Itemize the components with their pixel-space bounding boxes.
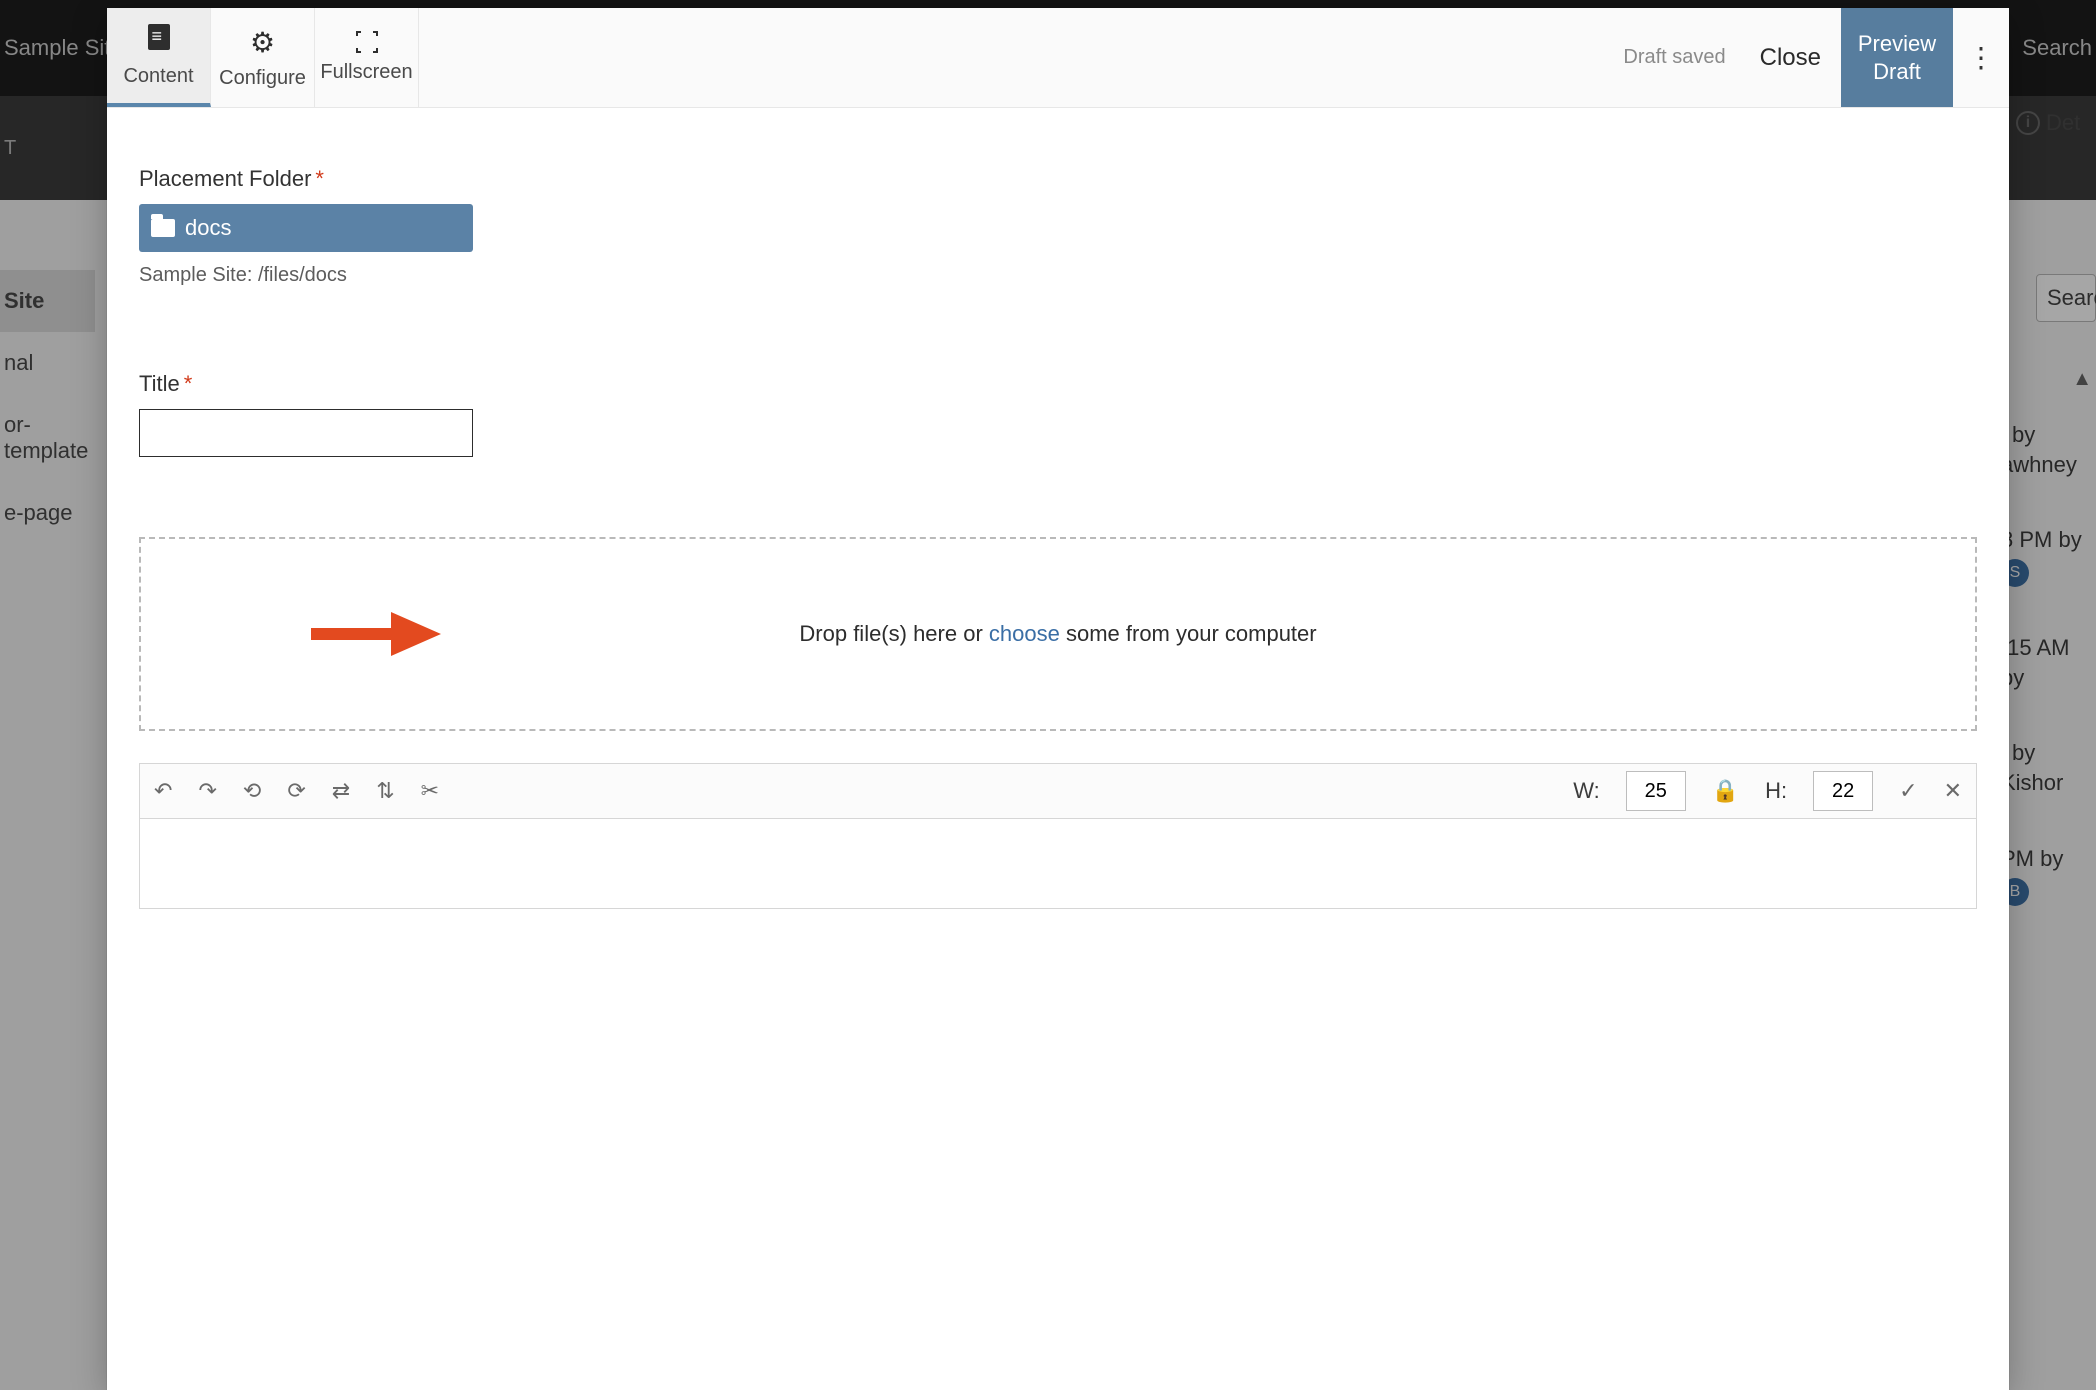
bg-right-line: :15 AM by	[2001, 633, 2096, 692]
bg-right-text: :15 AM by	[2001, 635, 2069, 690]
height-input[interactable]	[1813, 771, 1873, 811]
label-text: Title	[139, 371, 180, 396]
tab-label: Configure	[219, 67, 306, 90]
bg-sidebar-item: or-template	[0, 394, 95, 482]
bg-sidebar-item: Site	[0, 270, 95, 332]
flip-vertical-icon[interactable]: ⇅	[376, 778, 394, 804]
title-block: Title*	[139, 371, 1977, 457]
bg-band-text: T	[4, 137, 16, 160]
rotate-left-icon[interactable]: ⟲	[243, 778, 261, 804]
bg-details-label: Det	[2046, 110, 2080, 136]
tab-label: Fullscreen	[320, 61, 412, 84]
flip-horizontal-icon[interactable]: ⇄	[332, 778, 350, 804]
bg-right-text: 8 PM by	[2001, 527, 2082, 552]
image-edit-canvas	[139, 819, 1977, 909]
bg-sidebar: Site nal or-template e-page	[0, 270, 95, 1390]
title-label: Title*	[139, 371, 1977, 397]
bg-right-line: l by Kishor	[2001, 738, 2096, 797]
width-label: W:	[1573, 778, 1599, 804]
height-label: H:	[1765, 778, 1787, 804]
bg-details-button: i Det	[2016, 110, 2096, 136]
tab-configure[interactable]: Configure	[211, 8, 315, 107]
bg-right-line: 8 PM by S	[2001, 525, 2096, 587]
info-icon: i	[2016, 111, 2040, 135]
dropzone-post: some from your computer	[1060, 621, 1317, 646]
placement-folder-picker[interactable]: docs	[139, 204, 473, 252]
modal-body: Placement Folder* docs Sample Site: /fil…	[107, 108, 2009, 909]
width-input[interactable]	[1626, 771, 1686, 811]
bg-sidebar-item: e-page	[0, 482, 95, 544]
bg-sidebar-item: nal	[0, 332, 95, 394]
gear-icon	[250, 26, 275, 59]
lock-aspect-icon[interactable]: 🔒	[1712, 778, 1739, 804]
undo-icon[interactable]: ↶	[154, 778, 172, 804]
dropzone-pre: Drop file(s) here or	[799, 621, 989, 646]
callout-arrow-icon	[311, 610, 441, 658]
choose-file-link[interactable]: choose	[989, 621, 1060, 646]
bg-right-text: PM by	[2001, 846, 2063, 871]
folder-name: docs	[185, 215, 231, 241]
bg-right-line: l by awhney	[2001, 420, 2096, 479]
redo-icon[interactable]: ↷	[198, 778, 216, 804]
tab-fullscreen[interactable]: Fullscreen	[315, 8, 419, 107]
image-edit-toolbar: ↶ ↷ ⟲ ⟳ ⇄ ⇅ ✂ W: 🔒 H: ✓ ✕	[139, 763, 1977, 819]
bg-right-text: l by awhney	[2001, 422, 2077, 477]
tab-label: Content	[123, 65, 193, 88]
crop-icon[interactable]: ✂	[421, 778, 439, 804]
draft-status: Draft saved	[1623, 46, 1725, 69]
bg-search-label: Search	[2022, 35, 2096, 61]
cancel-icon[interactable]: ✕	[1944, 778, 1962, 804]
more-actions-button[interactable]: ⋮	[1953, 8, 2009, 107]
bg-site-name: Sample Site	[0, 35, 123, 61]
file-dropzone[interactable]: Drop file(s) here or choose some from yo…	[139, 537, 1977, 731]
tabbar-spacer: Draft saved Close	[419, 8, 1841, 107]
bg-right-line: PM by B	[2001, 844, 2096, 906]
label-text: Placement Folder	[139, 166, 311, 191]
bg-right-text: l by Kishor	[2001, 740, 2063, 795]
bg-sort-arrow: ▲	[2072, 368, 2092, 391]
close-button[interactable]: Close	[1760, 44, 1821, 72]
edit-modal: Content Configure Fullscreen Draft saved…	[107, 8, 2009, 1390]
bg-search-box: Searc	[2036, 274, 2096, 322]
required-marker: *	[184, 371, 193, 396]
modal-tabbar: Content Configure Fullscreen Draft saved…	[107, 8, 2009, 108]
tab-content[interactable]: Content	[107, 8, 211, 107]
bg-search-placeholder: Searc	[2047, 285, 2096, 311]
title-input[interactable]	[139, 409, 473, 457]
apply-icon[interactable]: ✓	[1899, 778, 1917, 804]
folder-icon	[151, 219, 175, 237]
fullscreen-icon	[356, 31, 378, 53]
placement-folder-label: Placement Folder*	[139, 166, 1977, 192]
folder-path: Sample Site: /files/docs	[139, 264, 1977, 287]
dropzone-text: Drop file(s) here or choose some from yo…	[799, 621, 1316, 647]
preview-draft-button[interactable]: Preview Draft	[1841, 8, 1953, 107]
content-icon	[148, 24, 170, 57]
required-marker: *	[315, 166, 324, 191]
bg-right-info-column: l by awhney 8 PM by S :15 AM by l by Kis…	[2001, 420, 2096, 952]
rotate-right-icon[interactable]: ⟳	[287, 778, 305, 804]
